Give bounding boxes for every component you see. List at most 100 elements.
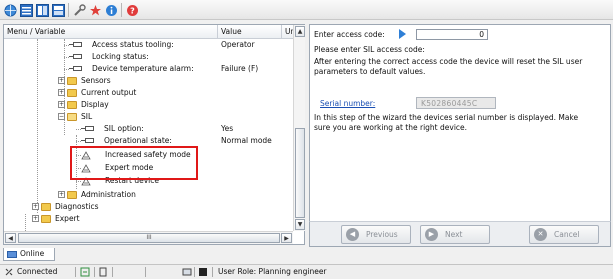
expand-icon[interactable]: + bbox=[32, 215, 39, 222]
wizard-navigation-bar: ◀ Previous ▶ Next ✕ Cancel bbox=[309, 221, 611, 247]
info-icon[interactable] bbox=[104, 3, 118, 17]
connection-icon bbox=[4, 265, 14, 279]
access-code-input[interactable]: 0 bbox=[416, 29, 488, 40]
network-icon bbox=[182, 265, 192, 279]
connection-status: Connected bbox=[17, 267, 58, 276]
scroll-up-icon[interactable]: ▲ bbox=[295, 26, 305, 37]
status-separator bbox=[145, 267, 146, 277]
toolbar-separator bbox=[121, 3, 122, 17]
expand-icon[interactable]: + bbox=[32, 203, 39, 210]
status-separator bbox=[94, 267, 95, 277]
view-detail-icon[interactable] bbox=[51, 3, 65, 17]
scroll-right-icon[interactable]: ▶ bbox=[281, 233, 292, 243]
tree-item-value: Yes bbox=[221, 124, 234, 133]
help-icon[interactable]: ? bbox=[125, 3, 139, 17]
instruction-text: Please enter SIL access code: bbox=[314, 45, 425, 54]
stop-icon bbox=[198, 265, 208, 279]
step-text-line2: sure you are working at the right device… bbox=[314, 123, 468, 132]
expand-icon[interactable]: + bbox=[58, 89, 65, 96]
status-separator bbox=[194, 267, 195, 277]
tree-item-value: Failure (F) bbox=[221, 64, 259, 73]
column-header-value[interactable]: Value bbox=[218, 25, 282, 39]
folder-open-icon bbox=[67, 113, 77, 121]
scroll-down-icon[interactable]: ▼ bbox=[295, 219, 305, 230]
previous-label: Previous bbox=[366, 230, 398, 239]
tab-online[interactable]: Online bbox=[3, 248, 55, 261]
status-separator bbox=[112, 267, 113, 277]
tools-icon[interactable] bbox=[72, 3, 86, 17]
app-window: ? Menu / Variable Value Uni Access statu… bbox=[0, 0, 613, 279]
tree-item-sensors[interactable]: + Sensors bbox=[4, 75, 293, 87]
tree-item-sil-option[interactable]: SIL option: Yes bbox=[4, 123, 293, 135]
tree-item-label: Expert bbox=[55, 214, 80, 223]
tree-item-current-output[interactable]: + Current output bbox=[4, 87, 293, 99]
next-icon: ▶ bbox=[425, 228, 438, 241]
access-code-label: Enter access code: bbox=[314, 30, 385, 39]
note-text-line2: parameters to default values. bbox=[314, 67, 426, 76]
tree-item-label: Sensors bbox=[81, 76, 111, 85]
tree-item-sil[interactable]: − SIL bbox=[4, 111, 293, 123]
tree-header: Menu / Variable Value Uni bbox=[4, 25, 293, 39]
column-header-name[interactable]: Menu / Variable bbox=[4, 25, 218, 39]
tree-item-label: Administration bbox=[81, 190, 136, 199]
tree-item-expert[interactable]: + Expert bbox=[4, 213, 293, 225]
tree-item-label: Locking status: bbox=[92, 52, 149, 61]
cancel-icon: ✕ bbox=[534, 228, 547, 241]
vertical-scrollbar[interactable]: ▲ ▼ bbox=[293, 25, 305, 231]
tree-item-diagnostics[interactable]: + Diagnostics bbox=[4, 201, 293, 213]
sil-wizard-panel: Enter access code: 0 Please enter SIL ac… bbox=[309, 24, 611, 245]
tree-item-display[interactable]: + Display bbox=[4, 99, 293, 111]
column-header-unit[interactable]: Uni bbox=[282, 25, 293, 39]
horizontal-scrollbar[interactable]: ◀ III ▶ bbox=[4, 231, 293, 244]
tree-item-label: SIL bbox=[81, 112, 93, 121]
selection-highlight-box bbox=[70, 146, 198, 180]
expand-icon[interactable]: + bbox=[58, 191, 65, 198]
globe-icon[interactable] bbox=[3, 3, 17, 17]
expand-icon[interactable]: + bbox=[58, 101, 65, 108]
plugin-icon[interactable] bbox=[88, 3, 102, 17]
next-button[interactable]: ▶ Next bbox=[420, 225, 490, 244]
tree-item-label: Current output bbox=[81, 88, 137, 97]
tab-label: Online bbox=[20, 249, 45, 258]
tree-item-label: Access status tooling: bbox=[92, 40, 174, 49]
toolbar: ? bbox=[0, 0, 613, 20]
tree-item-locking-status[interactable]: Locking status: bbox=[4, 51, 293, 63]
serial-number-link[interactable]: Serial number: bbox=[320, 99, 375, 108]
parameter-icon bbox=[73, 54, 82, 59]
parameter-icon bbox=[85, 126, 94, 131]
view-grid-icon[interactable] bbox=[35, 3, 49, 17]
tree-item-label: Device temperature alarm: bbox=[92, 64, 194, 73]
view-list-icon[interactable] bbox=[19, 3, 33, 17]
menu-tree-panel: Menu / Variable Value Uni Access status … bbox=[3, 24, 305, 245]
arrow-right-icon bbox=[399, 29, 406, 39]
user-role: User Role: Planning engineer bbox=[218, 267, 327, 276]
tree-item-label: SIL option: bbox=[104, 124, 144, 133]
parameter-icon bbox=[85, 138, 94, 143]
note-text-line1: After entering the correct access code t… bbox=[314, 57, 583, 66]
parameter-icon bbox=[73, 42, 82, 47]
step-text-line1: In this step of the wizard the devices s… bbox=[314, 113, 579, 122]
transfer-icon bbox=[80, 265, 90, 279]
collapse-icon[interactable]: − bbox=[58, 113, 65, 120]
folder-icon bbox=[67, 191, 77, 199]
folder-icon bbox=[67, 101, 77, 109]
toolbar-separator bbox=[68, 3, 69, 17]
status-separator bbox=[212, 267, 213, 277]
previous-button[interactable]: ◀ Previous bbox=[341, 225, 411, 244]
tree-item-device-temperature-alarm[interactable]: Device temperature alarm: Failure (F) bbox=[4, 63, 293, 75]
next-label: Next bbox=[445, 230, 463, 239]
tree-item-label: Diagnostics bbox=[55, 202, 99, 211]
expand-icon[interactable]: + bbox=[58, 77, 65, 84]
scroll-left-icon[interactable]: ◀ bbox=[5, 233, 16, 243]
parameter-icon bbox=[73, 66, 82, 71]
scroll-thumb-horizontal[interactable]: III bbox=[18, 233, 280, 243]
tree-item-administration[interactable]: + Administration bbox=[4, 189, 293, 201]
cancel-button[interactable]: ✕ Cancel bbox=[529, 225, 599, 244]
scroll-thumb[interactable] bbox=[295, 128, 305, 218]
tree-view: Access status tooling: Operator Locking … bbox=[4, 39, 293, 231]
svg-text:?: ? bbox=[130, 6, 135, 15]
tree-item-value: Operator bbox=[221, 40, 255, 49]
tree-item-access-status-tooling[interactable]: Access status tooling: Operator bbox=[4, 39, 293, 51]
cancel-label: Cancel bbox=[554, 230, 580, 239]
folder-icon bbox=[67, 89, 77, 97]
